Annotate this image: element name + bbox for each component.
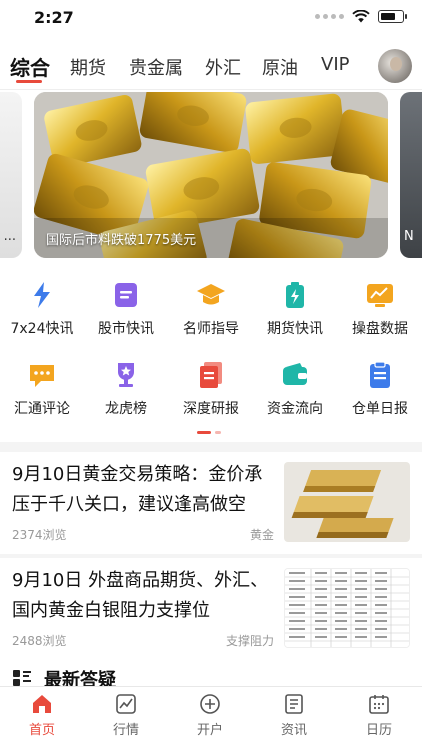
battery-icon: [378, 10, 407, 23]
clipboard-icon: [370, 361, 390, 388]
shortcut-stock-news[interactable]: 股市快讯: [84, 276, 168, 340]
status-indicators: [315, 10, 407, 23]
plus-circle-icon: [200, 694, 220, 714]
article-thumbnail: [284, 462, 410, 542]
wifi-icon: [352, 10, 370, 23]
status-bar: 2:27: [0, 0, 422, 36]
wallet-icon: [283, 363, 307, 385]
shortcut-fund-flow[interactable]: 资金流向: [253, 356, 337, 420]
banner-peek-left[interactable]: ...: [0, 92, 22, 258]
report-stack-icon: [200, 362, 222, 388]
section-divider: [0, 442, 422, 452]
shortcut-leaderboard[interactable]: 龙虎榜: [84, 356, 168, 420]
document-icon: [115, 283, 137, 307]
chat-bubble-icon: [30, 365, 54, 387]
status-time: 2:27: [34, 8, 74, 27]
shortcut-expert-guidance[interactable]: 名师指导: [169, 276, 253, 340]
article-tag: 黄金: [249, 528, 274, 542]
nav-news[interactable]: 资讯: [264, 693, 324, 738]
banner-carousel[interactable]: ... 国际后市料跌破1775美元 N: [0, 92, 422, 262]
battery-bolt-icon: [286, 282, 304, 308]
article-tag: 支撑阻力: [225, 634, 274, 648]
nav-calendar[interactable]: 日历: [349, 693, 409, 738]
nav-open-account[interactable]: 开户: [180, 693, 240, 738]
tab-futures[interactable]: 期货: [70, 54, 106, 80]
calendar-icon: [369, 695, 389, 714]
tab-zonghe[interactable]: 综合: [10, 52, 50, 81]
article-views: 2488浏览: [12, 634, 67, 648]
lightning-icon: [34, 282, 50, 308]
avatar[interactable]: [378, 49, 412, 83]
bottom-navigation: 首页 行情 开户 资讯 日历: [0, 686, 422, 750]
article-title: 9月10日 外盘商品期货、外汇、国内黄金白银阻力支撑位: [12, 570, 269, 621]
tab-forex[interactable]: 外汇: [205, 54, 241, 80]
nav-market[interactable]: 行情: [96, 693, 156, 738]
graduation-cap-icon: [197, 284, 225, 305]
shortcut-warehouse-report[interactable]: 仓单日报: [338, 356, 422, 420]
banner-slide[interactable]: 国际后市料跌破1775美元: [34, 92, 388, 258]
home-icon: [33, 695, 51, 713]
article-thumbnail: [284, 568, 410, 648]
tab-vip[interactable]: VIP: [321, 54, 349, 75]
shortcut-page-indicator: [197, 431, 221, 434]
cellular-signal-icon: [315, 14, 344, 19]
gold-bars-thumbnail-image: [284, 462, 410, 542]
article-views: 2374浏览: [12, 528, 67, 542]
banner-caption: 国际后市料跌破1775美元: [46, 233, 197, 248]
qa-list-icon: [13, 670, 31, 686]
shortcut-futures-news[interactable]: 期货快讯: [253, 276, 337, 340]
shortcut-7x24-news[interactable]: 7x24快讯: [0, 276, 84, 340]
category-tabs: 综合 期货 贵金属 外汇 原油 VIP: [0, 48, 422, 90]
banner-peek-right[interactable]: N: [400, 92, 422, 258]
article-title: 9月10日黄金交易策略：金价承压于千八关口，建议逢高做空: [12, 464, 263, 515]
article-item[interactable]: 9月10日黄金交易策略：金价承压于千八关口，建议逢高做空 2374浏览 黄金: [0, 452, 422, 552]
shortcut-trading-data[interactable]: 操盘数据: [338, 276, 422, 340]
market-chart-icon: [116, 694, 136, 714]
shortcut-research-reports[interactable]: 深度研报: [169, 356, 253, 420]
shortcut-grid: 7x24快讯 股市快讯 名师指导 期货快讯 操盘数据 汇通评论 龙虎榜 深度研报…: [0, 276, 422, 426]
active-tab-indicator: [16, 80, 42, 83]
tab-precious-metals[interactable]: 贵金属: [129, 54, 183, 80]
article-item[interactable]: 9月10日 外盘商品期货、外汇、国内黄金白银阻力支撑位 2488浏览 支撑阻力: [0, 558, 422, 658]
news-icon: [285, 694, 303, 714]
trophy-icon: [118, 363, 134, 387]
nav-home[interactable]: 首页: [12, 693, 72, 738]
tab-crude-oil[interactable]: 原油: [262, 54, 298, 80]
shortcut-huitong-comments[interactable]: 汇通评论: [0, 356, 84, 420]
chart-monitor-icon: [367, 284, 393, 307]
price-table-thumbnail-image: [285, 569, 409, 647]
